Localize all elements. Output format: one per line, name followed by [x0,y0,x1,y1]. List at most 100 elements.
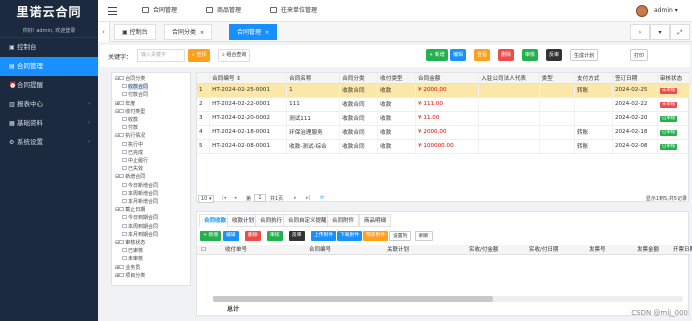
tree-node[interactable]: 本周到期合同 [122,223,158,231]
tree-node[interactable]: ⊟ 收付类型 [115,108,145,116]
detail-tab-4[interactable]: 合同附件 [327,214,360,227]
grid-column-header[interactable]: 合同编号 ⇕ [209,73,288,84]
detail-column-header[interactable]: 实收/付金额 [469,245,498,255]
detail-column-header[interactable]: 实收/付日期 [529,245,558,255]
tree-node[interactable]: 收款合同 [122,84,149,91]
next-page-icon[interactable]: ▸ [294,195,297,201]
tree-node[interactable]: ⊞ 业务员 [115,264,140,272]
keyword-input[interactable]: 输入关键字 [137,49,185,62]
tab-dashboard[interactable]: ▣ 控制台 [114,24,156,40]
tree-node[interactable]: ⊟ 合同分类 [115,76,145,83]
grid-column-header[interactable]: 合同金额 [415,73,480,84]
tree-node[interactable]: 已完成 [122,149,143,157]
table-row[interactable]: 1 HT-2024-02-25-0001 1 收款合同 收款 ¥ 2000.00 转账 202… [197,83,691,98]
grid-column-header[interactable] [197,73,211,84]
top-menu-contracts[interactable]: 合同管理 [142,0,177,22]
tabs-menu-icon[interactable]: ▾ [650,24,670,40]
tree-node[interactable]: 付款 [122,125,138,132]
detail-button-9[interactable]: 刷新 [415,231,433,241]
tree-node[interactable]: ⊟ 执行情况 [115,133,145,140]
detail-column-header[interactable]: 开票日期 [673,245,692,255]
tree-node[interactable]: ⊞ 年度 [115,100,135,108]
tree-node[interactable]: ⊞ 项目分类 [115,272,145,280]
detail-column-header[interactable]: 收付单号 [225,245,247,255]
combo-query-button[interactable]: ⌕ 组合查询 [218,49,251,62]
tree-node[interactable]: 中止履行 [122,158,148,165]
tree-node[interactable]: 本月新增合同 [122,199,158,206]
detail-tab-5[interactable]: 商品明细 [359,214,392,227]
page-input[interactable]: 1 [254,194,266,202]
user-name[interactable]: admin ▾ [654,0,678,22]
tree-node[interactable]: 本月到期合同 [122,231,158,239]
tree-node[interactable]: 本周新增合同 [122,190,158,198]
sidebar-item-3[interactable]: ▥ 报表中心 › [0,95,98,114]
detail-button-3[interactable]: 审核 [267,231,283,241]
select-all-checkbox[interactable]: ☐ [201,245,206,255]
table-row[interactable]: 4 HT-2024-02-18-0001 环保治理服务 收款合同 收款 ¥ 2000.00… [197,125,691,140]
action-button-4[interactable]: 审核 [522,49,539,61]
table-row[interactable]: 5 HT-2024-02-08-0001 收款-测试-综合 收款合同 收款 ¥ 10000… [197,139,691,154]
search-button[interactable]: ⌕ 查找 [188,49,211,62]
detail-button-1[interactable]: 编辑 [223,231,239,241]
tree-node[interactable]: 收款 [122,117,138,124]
menu-toggle-icon[interactable] [108,7,117,15]
page-size-select[interactable]: 10 ▾ [198,195,215,203]
tree-node[interactable]: 未审核 [122,256,143,263]
top-menu-partners[interactable]: 往来单位管理 [270,0,317,22]
close-icon[interactable]: × [265,30,269,36]
tree-node[interactable]: 执行中 [122,141,143,149]
prev-page-icon[interactable]: ◂ [234,195,237,201]
sidebar-item-1[interactable]: ▤ 合同管理 [0,57,98,76]
tab-contract-category[interactable]: 合同分类 × [164,24,213,40]
sidebar-item-5[interactable]: ⚙ 系统设置 › [0,133,98,152]
detail-column-header[interactable]: 合同编号 [309,245,331,255]
grid-column-header[interactable]: 签订日期 [612,73,658,84]
table-row[interactable]: 2 HT-2024-02-22-0001 111 收款合同 收款 ¥ 111.00 2024… [197,97,691,112]
grid-column-header[interactable]: 审核状态 [657,73,691,84]
tree-node[interactable]: 今日新增合同 [122,182,158,190]
sidebar-item-4[interactable]: ▦ 基础资料 › [0,114,98,133]
tabs-next-icon[interactable]: › [630,24,650,40]
tree-node[interactable]: 今日到期合同 [122,215,158,222]
tree-node[interactable]: 已审核 [122,248,143,255]
grid-column-header[interactable]: 支付方式 [574,73,613,84]
grid-column-header[interactable]: 入驻公司法人代表 [478,73,540,84]
grid-column-header[interactable]: 收付类型 [377,73,417,84]
tab-contract-management[interactable]: 合同管理 × [229,24,278,40]
tree-node[interactable]: 已失效 [122,166,143,173]
detail-button-2[interactable]: 删除 [245,231,261,241]
scrollbar-thumb[interactable] [213,296,493,302]
action-button-0[interactable]: + 新增 [426,49,448,61]
detail-button-6[interactable]: 下载附件 [337,231,363,241]
action-button-5[interactable]: 反审 [546,49,563,61]
detail-button-0[interactable]: + 新增 [200,231,222,241]
table-row[interactable]: 3 HT-2024-02-20-0002 测试111 收款合同 收款 ¥ 11.00 202… [197,111,691,126]
top-menu-products[interactable]: 商品管理 [206,0,241,22]
tree-node[interactable]: ⊟ 截止日期 [115,207,145,214]
detail-button-4[interactable]: 反审 [289,231,305,241]
action-button-7[interactable]: 打印 [630,49,649,61]
fullscreen-icon[interactable]: ⤢ [670,24,690,40]
grid-column-header[interactable]: 合同分类 [339,73,379,84]
tree-node[interactable]: ⊟ 审核状态 [115,240,145,247]
avatar[interactable] [636,5,648,17]
sidebar-item-0[interactable]: ▣ 控制台 [0,38,98,57]
grid-column-header[interactable]: 类型 [539,73,576,84]
first-page-icon[interactable]: |◂ [222,195,226,201]
action-button-3[interactable]: 删除 [498,49,515,61]
action-button-2[interactable]: 查看 [474,49,491,61]
detail-column-header[interactable]: 发票号 [589,245,606,255]
tabs-prev-icon[interactable]: ‹ [98,22,110,42]
tree-node[interactable]: ⊟ 新增合同 [115,174,145,181]
close-icon[interactable]: × [200,30,204,36]
tree-node[interactable]: 付款合同 [122,92,148,99]
detail-button-5[interactable]: 上传附件 [311,231,337,241]
detail-column-header[interactable]: 发票金额 [637,245,659,255]
sidebar-item-2[interactable]: ⏰合同提醒 [0,76,98,95]
last-page-icon[interactable]: ▸| [306,195,310,201]
action-button-1[interactable]: 编辑 [450,49,467,61]
detail-button-7[interactable]: 预览附件 [363,231,389,241]
horizontal-scrollbar[interactable] [213,296,683,302]
grid-column-header[interactable]: 合同名称 [286,73,341,84]
detail-tab-3[interactable]: 合同自定义提醒 [283,214,332,227]
